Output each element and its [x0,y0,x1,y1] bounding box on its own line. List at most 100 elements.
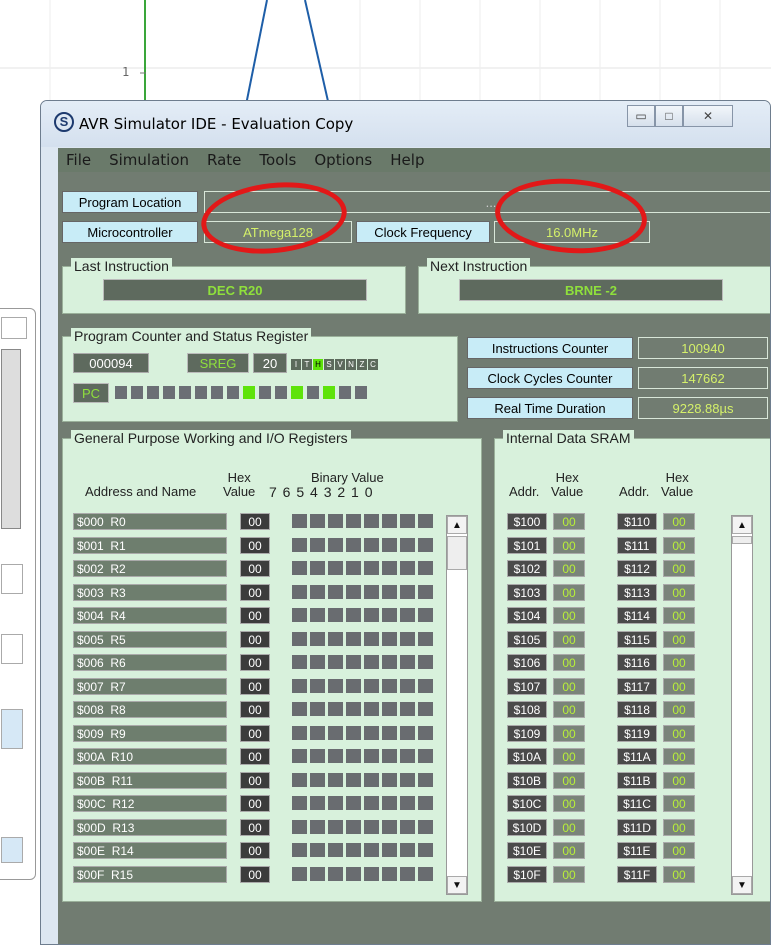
register-bit[interactable] [400,655,415,669]
register-bit[interactable] [418,514,433,528]
sram-scroll-down-icon[interactable]: ▼ [732,876,752,894]
register-bit[interactable] [418,608,433,622]
register-bit[interactable] [292,537,307,552]
register-bit[interactable] [328,678,343,693]
register-bit[interactable] [328,843,343,857]
register-bit[interactable] [418,843,433,857]
register-bits[interactable] [292,631,436,647]
register-hex[interactable]: 00 [240,583,270,601]
register-bit[interactable] [400,561,415,575]
register-hex[interactable]: 00 [240,701,270,718]
menu-simulation[interactable]: Simulation [109,151,189,169]
sram-value[interactable]: 00 [553,536,585,554]
register-bits[interactable] [292,584,436,600]
register-bit[interactable] [418,796,433,810]
register-bit[interactable] [328,655,343,669]
register-bits[interactable] [292,796,436,811]
register-bit[interactable] [382,514,397,528]
register-bits[interactable] [292,725,436,741]
sram-value[interactable]: 00 [663,560,695,577]
register-bit[interactable] [328,561,343,575]
register-bit[interactable] [328,796,343,810]
sram-value[interactable]: 00 [663,701,695,718]
register-bit[interactable] [400,725,415,740]
register-bits[interactable] [292,772,436,788]
sram-value[interactable]: 00 [553,748,585,765]
register-bit[interactable] [418,678,433,693]
register-bit[interactable] [292,608,307,622]
register-bit[interactable] [310,584,325,599]
register-bit[interactable] [310,514,325,528]
register-bit[interactable] [418,702,433,716]
register-bit[interactable] [292,514,307,528]
maximize-button[interactable]: □ [655,105,683,127]
register-bit[interactable] [364,843,379,857]
sram-value[interactable]: 00 [663,513,695,530]
minimize-button[interactable]: ▭ [627,105,655,127]
register-hex[interactable]: 00 [240,654,270,671]
register-bit[interactable] [364,608,379,622]
register-bit[interactable] [310,561,325,575]
register-bit[interactable] [418,725,433,740]
register-bit[interactable] [400,702,415,716]
register-hex[interactable]: 00 [240,795,270,812]
register-bit[interactable] [364,819,379,834]
register-bit[interactable] [328,631,343,646]
register-bits[interactable] [292,819,436,835]
register-bit[interactable] [382,678,397,693]
register-bit[interactable] [364,702,379,716]
register-bit[interactable] [382,655,397,669]
register-bit[interactable] [382,702,397,716]
menu-rate[interactable]: Rate [207,151,241,169]
register-bit[interactable] [292,796,307,810]
register-bit[interactable] [400,608,415,622]
register-hex[interactable]: 00 [240,748,270,765]
sram-value[interactable]: 00 [553,607,585,624]
register-bit[interactable] [328,608,343,622]
register-bit[interactable] [400,678,415,693]
register-bit[interactable] [382,843,397,857]
register-bit[interactable] [382,725,397,740]
register-bit[interactable] [364,749,379,763]
gpr-scrollbar[interactable]: ▲ ▼ [446,515,468,895]
register-hex[interactable]: 00 [240,865,270,883]
register-hex[interactable]: 00 [240,771,270,789]
register-bit[interactable] [382,866,397,881]
register-bit[interactable] [292,725,307,740]
register-hex[interactable]: 00 [240,607,270,624]
register-bit[interactable] [346,561,361,575]
register-bit[interactable] [346,514,361,528]
register-bits[interactable] [292,866,436,882]
register-bits[interactable] [292,678,436,694]
sram-value[interactable]: 00 [663,865,695,883]
register-bit[interactable] [346,819,361,834]
register-bit[interactable] [400,584,415,599]
register-bit[interactable] [346,678,361,693]
register-bit[interactable] [292,819,307,834]
register-bit[interactable] [364,537,379,552]
register-bit[interactable] [400,866,415,881]
register-bit[interactable] [310,866,325,881]
register-bit[interactable] [310,655,325,669]
register-bit[interactable] [418,537,433,552]
register-bit[interactable] [328,725,343,740]
register-bit[interactable] [382,561,397,575]
register-bit[interactable] [400,772,415,787]
sram-value[interactable]: 00 [663,536,695,554]
sram-value[interactable]: 00 [553,654,585,671]
register-bit[interactable] [310,608,325,622]
menu-tools[interactable]: Tools [259,151,296,169]
register-bit[interactable] [310,702,325,716]
register-bits[interactable] [292,561,436,576]
sram-value[interactable]: 00 [553,865,585,883]
register-bit[interactable] [400,537,415,552]
register-bit[interactable] [364,561,379,575]
register-bit[interactable] [382,749,397,763]
register-bit[interactable] [310,537,325,552]
register-bits[interactable] [292,655,436,670]
register-hex[interactable]: 00 [240,536,270,554]
sram-value[interactable]: 00 [663,630,695,648]
register-bit[interactable] [400,749,415,763]
register-bit[interactable] [310,725,325,740]
menu-options[interactable]: Options [314,151,372,169]
